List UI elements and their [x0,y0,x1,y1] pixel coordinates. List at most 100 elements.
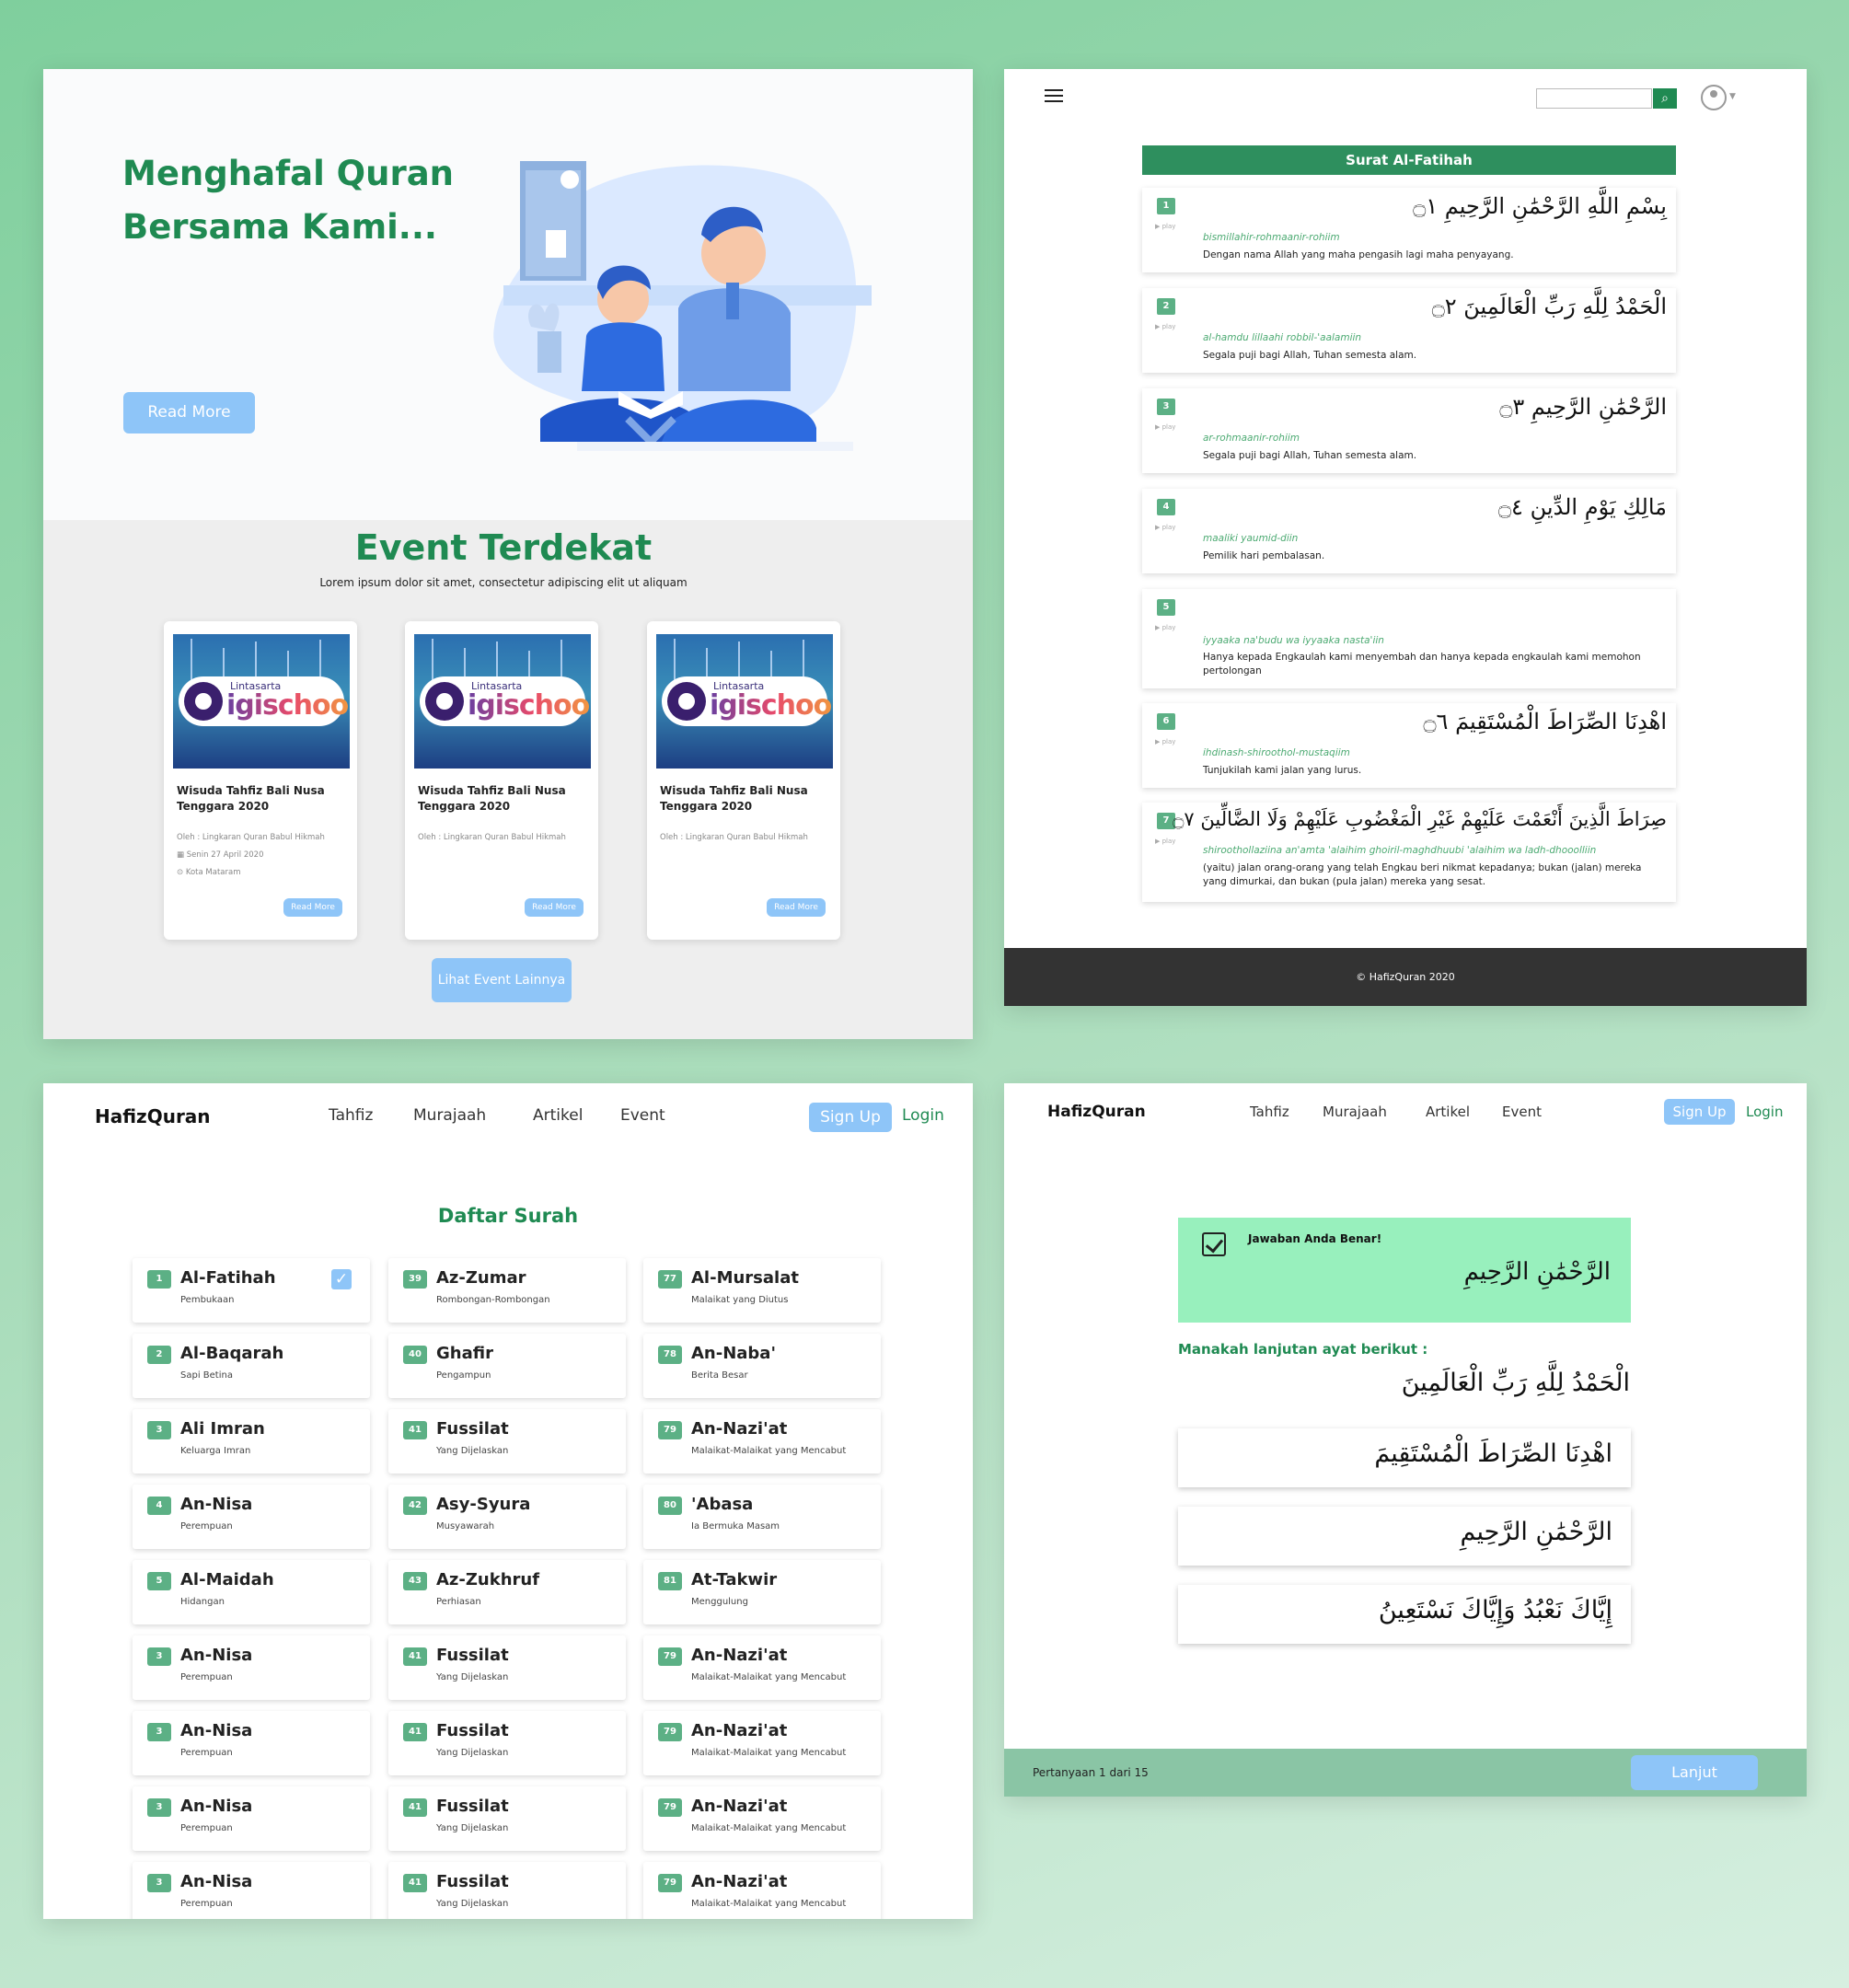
answer-option[interactable]: إِيَّاكَ نَعْبُدُ وَإِيَّاكَ نَسْتَعِينُ [1178,1585,1631,1644]
surah-card[interactable]: 41 Fussilat Yang Dijelaskan [388,1409,626,1474]
surah-number: 79 [658,1874,682,1892]
read-more-button[interactable]: Read More [123,392,255,433]
surah-card[interactable]: 4 An-Nisa Perempuan [133,1485,370,1549]
surah-card[interactable]: 2 Al-Baqarah Sapi Betina [133,1334,370,1398]
surah-name: Al-Mursalat [691,1268,799,1288]
surah-card[interactable]: 78 An-Naba' Berita Besar [643,1334,881,1398]
surah-name: An-Nisa [180,1495,253,1514]
surah-meaning: Ia Bermuka Masam [691,1521,780,1531]
more-events-button[interactable]: Lihat Event Lainnya [432,958,572,1002]
surah-meaning: Menggulung [691,1597,748,1607]
nav-link-murajaah[interactable]: Murajaah [1323,1104,1387,1120]
nav-link-tahfiz[interactable]: Tahfiz [1250,1104,1289,1120]
answer-option[interactable]: اهْدِنَا الصِّرَاطَ الْمُسْتَقِيمَ [1178,1428,1631,1487]
surah-number: 4 [147,1497,171,1515]
surah-meaning: Malaikat-Malaikat yang Mencabut [691,1899,847,1909]
nav-link-artikel[interactable]: Artikel [1426,1104,1470,1120]
surah-name: 'Abasa [691,1495,754,1514]
surah-card[interactable]: 41 Fussilat Yang Dijelaskan [388,1711,626,1775]
surah-card[interactable]: 3 An-Nisa Perempuan [133,1862,370,1919]
surah-card[interactable]: 79 An-Nazi'at Malaikat-Malaikat yang Menca… [643,1711,881,1775]
surah-card[interactable]: 1 Al-Fatihah Pembukaan ✓ [133,1258,370,1323]
user-avatar-icon[interactable] [1701,85,1727,110]
home-panel: Menghafal Quran Bersama Kami... Read Mor… [43,69,973,1039]
surah-card[interactable]: 41 Fussilat Yang Dijelaskan [388,1862,626,1919]
event-name: Wisuda Tahfiz Bali Nusa Tenggara 2020 [660,784,808,813]
ayah-card: 4 ▶ play مَالِكِ يَوْمِ الدِّينِ ۝٤ maal… [1142,489,1676,573]
surah-number: 79 [658,1647,682,1666]
surah-card[interactable]: 79 An-Nazi'at Malaikat-Malaikat yang Menca… [643,1786,881,1851]
surah-name: Fussilat [436,1797,509,1816]
event-card[interactable]: Lintasarta igischool Wisuda Tahfiz Bali … [405,621,598,940]
surah-number: 5 [147,1572,171,1590]
surah-card[interactable]: 40 Ghafir Pengampun [388,1334,626,1398]
surah-name: An-Nisa [180,1721,253,1740]
next-button[interactable]: Lanjut [1631,1755,1758,1790]
footer: © HafizQuran 2020 [1004,948,1807,1006]
ayah-transliteration: maaliki yaumid-diin [1203,533,1299,544]
surah-card[interactable]: 42 Asy-Syura Musyawarah [388,1485,626,1549]
hamburger-menu-icon[interactable] [1045,89,1063,104]
surah-card[interactable]: 39 Az-Zumar Rombongan-Rombongan [388,1258,626,1323]
surah-card[interactable]: 5 Al-Maidah Hidangan [133,1560,370,1624]
surah-card[interactable]: 80 'Abasa Ia Bermuka Masam [643,1485,881,1549]
surah-number: 3 [147,1647,171,1666]
surah-card[interactable]: 81 At-Takwir Menggulung [643,1560,881,1624]
surah-name: Az-Zukhruf [436,1570,540,1589]
search-icon[interactable]: ⌕ [1653,88,1677,109]
event-read-more-button[interactable]: Read More [283,898,342,917]
nav-link-tahfiz[interactable]: Tahfiz [329,1106,373,1125]
surah-name: An-Nazi'at [691,1419,788,1439]
checkbox-checked-icon[interactable]: ✓ [331,1269,352,1289]
digischool-logo: Lintasarta igischool [420,676,591,726]
correct-answer-arabic: الرَّحْمَٰنِ الرَّحِيمِ [1463,1258,1611,1286]
surah-card[interactable]: 41 Fussilat Yang Dijelaskan [388,1786,626,1851]
ayah-card: 5 ▶ play iyyaaka na'budu wa iyyaaka nast… [1142,589,1676,688]
surah-card[interactable]: 77 Al-Mursalat Malaikat yang Diutus [643,1258,881,1323]
nav-link-event[interactable]: Event [620,1106,665,1125]
login-link[interactable]: Login [902,1106,944,1125]
surah-card[interactable]: 79 An-Nazi'at Malaikat-Malaikat yang Menca… [643,1409,881,1474]
event-image: Lintasarta igischool [173,634,350,769]
brand-logo[interactable]: HafizQuran [1047,1103,1146,1121]
surah-card[interactable]: 3 An-Nisa Perempuan [133,1786,370,1851]
nav-link-artikel[interactable]: Artikel [533,1106,583,1125]
surah-name: Fussilat [436,1419,509,1439]
surah-card[interactable]: 79 An-Nazi'at Malaikat-Malaikat yang Menca… [643,1862,881,1919]
reader-panel: ⌕ ▼ Surat Al-Fatihah 1 ▶ play بِسْمِ الل… [1004,69,1807,1006]
surah-card[interactable]: 41 Fussilat Yang Dijelaskan [388,1635,626,1700]
event-card[interactable]: Lintasarta igischool Wisuda Tahfiz Bali … [164,621,357,940]
brand-logo[interactable]: HafizQuran [95,1105,211,1127]
surah-number: 40 [403,1346,427,1364]
surah-title: Surat Al-Fatihah [1142,145,1676,175]
play-button[interactable]: ▶ play [1155,738,1175,746]
play-button[interactable]: ▶ play [1155,223,1175,230]
ayah-number: 2 [1157,298,1175,315]
surah-card[interactable]: 3 An-Nisa Perempuan [133,1711,370,1775]
sign-up-button[interactable]: Sign Up [809,1103,892,1132]
surah-number: 43 [403,1572,427,1590]
play-button[interactable]: ▶ play [1155,524,1175,531]
surah-card[interactable]: 3 Ali Imran Keluarga Imran [133,1409,370,1474]
sign-up-button[interactable]: Sign Up [1664,1099,1735,1125]
nav-link-event[interactable]: Event [1502,1104,1542,1120]
ayah-translation: Pemilik hari pembalasan. [1203,550,1325,561]
event-read-more-button[interactable]: Read More [767,898,826,917]
search-input[interactable] [1536,88,1652,109]
login-link[interactable]: Login [1746,1104,1783,1120]
surah-card[interactable]: 79 An-Nazi'at Malaikat-Malaikat yang Menca… [643,1635,881,1700]
event-read-more-button[interactable]: Read More [525,898,584,917]
chevron-down-icon[interactable]: ▼ [1729,92,1736,101]
surah-card[interactable]: 3 An-Nisa Perempuan [133,1635,370,1700]
ayah-transliteration: shiroothollaziina an'amta 'alaihim ghoir… [1203,845,1597,856]
answer-option[interactable]: الرَّحْمَٰنِ الرَّحِيمِ [1178,1507,1631,1566]
event-card[interactable]: Lintasarta igischool Wisuda Tahfiz Bali … [647,621,840,940]
play-button[interactable]: ▶ play [1155,323,1175,330]
surah-meaning: Pengampun [436,1370,491,1381]
surah-card[interactable]: 43 Az-Zukhruf Perhiasan [388,1560,626,1624]
play-button[interactable]: ▶ play [1155,624,1175,631]
play-button[interactable]: ▶ play [1155,423,1175,431]
surah-number: 39 [403,1270,427,1289]
play-button[interactable]: ▶ play [1155,838,1175,845]
nav-link-murajaah[interactable]: Murajaah [413,1106,486,1125]
